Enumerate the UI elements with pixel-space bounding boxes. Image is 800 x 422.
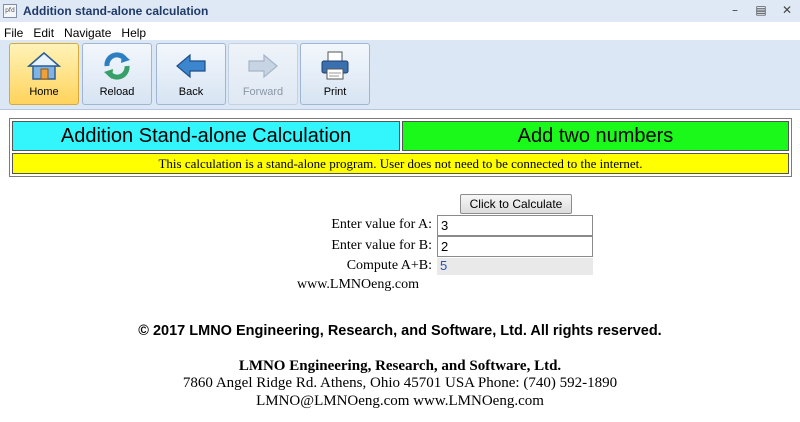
value-a-input[interactable]: 3 <box>437 215 593 236</box>
calculate-button[interactable]: Click to Calculate <box>460 194 572 214</box>
close-icon[interactable]: ✕ <box>780 3 794 17</box>
print-label: Print <box>323 86 347 98</box>
header-row: Addition Stand-alone Calculation Add two… <box>12 121 789 151</box>
header-table: Addition Stand-alone Calculation Add two… <box>9 118 792 177</box>
back-button[interactable]: Back <box>156 43 226 105</box>
value-b-input[interactable]: 2 <box>437 236 593 257</box>
arrow-right-icon <box>248 53 278 79</box>
page-title: Addition Stand-alone Calculation <box>12 121 400 151</box>
printer-icon <box>321 51 349 80</box>
house-icon <box>26 52 62 80</box>
label-a: Enter value for A: <box>331 217 432 232</box>
arrow-left-icon <box>176 53 206 79</box>
app-icon: pfd <box>3 4 17 18</box>
back-label: Back <box>178 86 204 98</box>
window-title: Addition stand-alone calculation <box>23 4 209 18</box>
company-name: LMNO Engineering, Research, and Software… <box>238 358 562 374</box>
copyright-text: © 2017 LMNO Engineering, Research, and S… <box>138 323 662 339</box>
site-link[interactable]: www.LMNOeng.com <box>297 277 419 293</box>
reload-button[interactable]: Reload <box>82 43 152 105</box>
label-result: Compute A+B: <box>346 258 432 273</box>
result-output: 5 <box>437 258 593 275</box>
window-controls: – ▤ ✕ <box>728 3 794 17</box>
forward-label: Forward <box>242 86 284 98</box>
maximize-icon[interactable]: ▤ <box>754 3 768 17</box>
page-subtitle: Add two numbers <box>402 121 789 151</box>
label-b: Enter value for B: <box>331 238 432 253</box>
minimize-icon[interactable]: – <box>728 3 742 17</box>
company-contact[interactable]: LMNO@LMNOeng.com www.LMNOeng.com <box>0 393 800 410</box>
toolbar: Home Reload Back Forward Print <box>0 40 800 110</box>
print-button[interactable]: Print <box>300 43 370 105</box>
company-address: 7860 Angel Ridge Rd. Athens, Ohio 45701 … <box>182 375 618 391</box>
reload-label: Reload <box>99 86 135 98</box>
home-label: Home <box>29 86 59 98</box>
notice-banner: This calculation is a stand-alone progra… <box>12 153 789 174</box>
forward-button[interactable]: Forward <box>228 43 298 105</box>
title-bar: pfd Addition stand-alone calculation – ▤… <box>0 0 800 22</box>
refresh-icon <box>104 52 130 80</box>
home-button[interactable]: Home <box>9 43 79 105</box>
